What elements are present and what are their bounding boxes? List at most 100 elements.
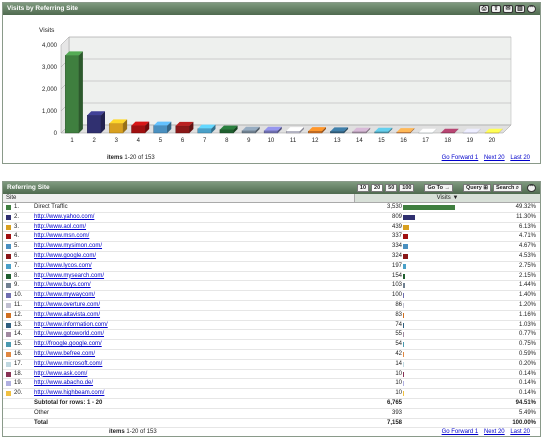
row-site[interactable]: http://www.lycos.com/ xyxy=(34,262,334,271)
row-visits-bar xyxy=(403,214,415,220)
print-icon[interactable]: ⎙ xyxy=(479,5,489,13)
table-row[interactable]: 8. http://www.mysearch.com/154 2.15% xyxy=(3,272,540,282)
row-site[interactable]: http://www.yahoo.com/ xyxy=(34,213,334,222)
row-site[interactable]: http://www.gotoworld.com/ xyxy=(34,330,334,339)
search-button[interactable]: Search ⌕ xyxy=(493,184,522,192)
table-row[interactable]: 5. http://www.mysimon.com/334 4.67% xyxy=(3,242,540,252)
row-visits: 54 xyxy=(395,341,402,348)
table-row[interactable]: 1. Direct Traffic 3,530 49.32% xyxy=(3,203,540,213)
x-tick-label: 10 xyxy=(268,138,275,144)
query-button[interactable]: Query ⊞ xyxy=(462,184,492,192)
x-tick-label: 18 xyxy=(444,138,451,144)
series-swatch xyxy=(6,293,11,299)
table-row[interactable]: 17. http://www.microsoft.com/14 0.20% xyxy=(3,360,540,370)
table-row[interactable]: 3. http://www.aol.com/439 6.13% xyxy=(3,223,540,233)
last-page-link[interactable]: Last 20 xyxy=(510,429,530,435)
row-site[interactable]: http://www.microsoft.com/ xyxy=(34,360,334,369)
row-site[interactable]: http://www.ask.com/ xyxy=(34,370,334,379)
table-row[interactable]: 13. http://www.information.com/74 1.03% xyxy=(3,321,540,331)
table-row[interactable]: 16. http://www.befree.com/42 0.59% xyxy=(3,350,540,360)
table-row[interactable]: 18. http://www.ask.com/10 0.14% xyxy=(3,370,540,380)
row-site[interactable]: http://www.buys.com/ xyxy=(34,281,334,290)
export-icon[interactable]: ⇪ xyxy=(491,5,501,13)
table-row[interactable]: 20. http://www.highbeam.com/10 0.14% xyxy=(3,389,540,399)
row-site[interactable]: http://www.aol.com/ xyxy=(34,223,334,232)
row-site[interactable]: http://www.mysearch.com/ xyxy=(34,272,334,281)
bar-6 xyxy=(175,125,190,134)
series-swatch xyxy=(6,302,11,308)
row-visits: 10 xyxy=(395,370,402,377)
bar-9 xyxy=(241,130,256,134)
table-row[interactable]: 2. http://www.yahoo.com/809 11.30% xyxy=(3,213,540,223)
site-column-header[interactable]: Site xyxy=(6,195,16,201)
row-visits-bar xyxy=(403,361,404,367)
x-tick-label: 9 xyxy=(247,138,251,144)
goto-button[interactable]: Go To → xyxy=(424,184,453,192)
next-page-link[interactable]: Next 20 xyxy=(484,155,505,161)
x-tick-label: 17 xyxy=(422,138,429,144)
x-tick-label: 11 xyxy=(290,138,297,144)
row-site[interactable]: http://www.mysimon.com/ xyxy=(34,242,334,251)
go-forward-link[interactable]: Go Forward 1 xyxy=(442,429,479,435)
last-page-link[interactable]: Last 20 xyxy=(510,155,530,161)
row-visits: 86 xyxy=(395,301,402,308)
email-icon[interactable]: ✉ xyxy=(503,5,513,13)
chart-type-icon[interactable]: ▥ xyxy=(515,5,525,13)
row-site[interactable]: http://www.msn.com/ xyxy=(34,232,334,241)
table-row[interactable]: 10. http://www.mywaycom/100 1.40% xyxy=(3,291,540,301)
table-row[interactable]: 6. http://www.google.com/324 4.53% xyxy=(3,252,540,262)
table-row[interactable]: 15. http://froogle.google.com/54 0.75% xyxy=(3,340,540,350)
page-size-100[interactable]: 100 xyxy=(399,184,415,192)
row-site[interactable]: http://www.befree.com/ xyxy=(34,350,334,359)
row-site[interactable]: http://www.highbeam.com/ xyxy=(34,389,334,398)
x-tick-label: 19 xyxy=(467,138,474,144)
series-swatch xyxy=(6,371,11,377)
row-visits: 83 xyxy=(395,311,402,318)
row-visits: 154 xyxy=(391,272,402,279)
table-row[interactable]: 9. http://www.buys.com/103 1.44% xyxy=(3,281,540,292)
row-rank: 20. xyxy=(14,390,23,397)
x-tick-label: 4 xyxy=(137,138,141,144)
table-row[interactable]: 11. http://www.overture.com/86 1.20% xyxy=(3,301,540,311)
row-visits: 74 xyxy=(395,321,402,328)
x-tick-label: 2 xyxy=(92,138,96,144)
row-percent: 4.71% xyxy=(518,233,536,240)
page-size-50[interactable]: 50 xyxy=(385,184,398,192)
row-site[interactable]: http://froogle.google.com/ xyxy=(34,340,334,349)
bar-7 xyxy=(197,128,212,134)
bar-1 xyxy=(64,55,80,134)
table-row[interactable]: 7. http://www.lycos.com/197 2.75% xyxy=(3,262,540,272)
row-percent: 0.14% xyxy=(518,380,536,387)
row-visits-bar xyxy=(403,302,405,308)
table-body: 1. Direct Traffic 3,530 49.32% 2. http://www.… xyxy=(3,203,540,429)
row-rank: 7. xyxy=(14,262,20,269)
row-site[interactable]: http://www.mywaycom/ xyxy=(34,291,334,300)
table-row[interactable]: 4. http://www.msn.com/337 4.71% xyxy=(3,232,540,243)
row-site[interactable]: http://www.overture.com/ xyxy=(34,301,334,310)
collapse-icon[interactable]: ⌃ xyxy=(527,5,536,13)
bar-11 xyxy=(285,130,301,134)
table-row[interactable]: 12. http://www.altavista.com/83 1.16% xyxy=(3,311,540,321)
table-row[interactable]: 19. http://www.abacho.de/10 0.14% xyxy=(3,379,540,390)
page-size-20[interactable]: 20 xyxy=(371,184,384,192)
go-forward-link[interactable]: Go Forward 1 xyxy=(442,155,479,161)
row-site[interactable]: http://www.information.com/ xyxy=(34,321,334,330)
next-page-link[interactable]: Next 20 xyxy=(484,429,505,435)
row-site[interactable]: http://www.abacho.de/ xyxy=(34,379,334,388)
collapse-icon[interactable]: ⌃ xyxy=(527,184,536,192)
row-visits: 42 xyxy=(395,350,402,357)
visits-column-header[interactable]: Visits ▼ xyxy=(354,194,540,202)
subtotal-percent: 94.51% xyxy=(515,399,536,406)
x-tick-label: 15 xyxy=(378,138,385,144)
row-rank: 17. xyxy=(14,360,23,367)
row-rank: 10. xyxy=(14,292,23,299)
page-size-10[interactable]: 10 xyxy=(356,184,370,192)
row-visits-bar xyxy=(403,205,455,210)
x-tick-label: 1 xyxy=(70,138,74,144)
bar-side-1 xyxy=(78,51,83,134)
x-tick-label: 6 xyxy=(181,138,185,144)
bar-5 xyxy=(153,125,168,134)
row-site[interactable]: http://www.altavista.com/ xyxy=(34,311,334,320)
row-site[interactable]: http://www.google.com/ xyxy=(34,252,334,261)
table-row[interactable]: 14. http://www.gotoworld.com/55 0.77% xyxy=(3,330,540,341)
